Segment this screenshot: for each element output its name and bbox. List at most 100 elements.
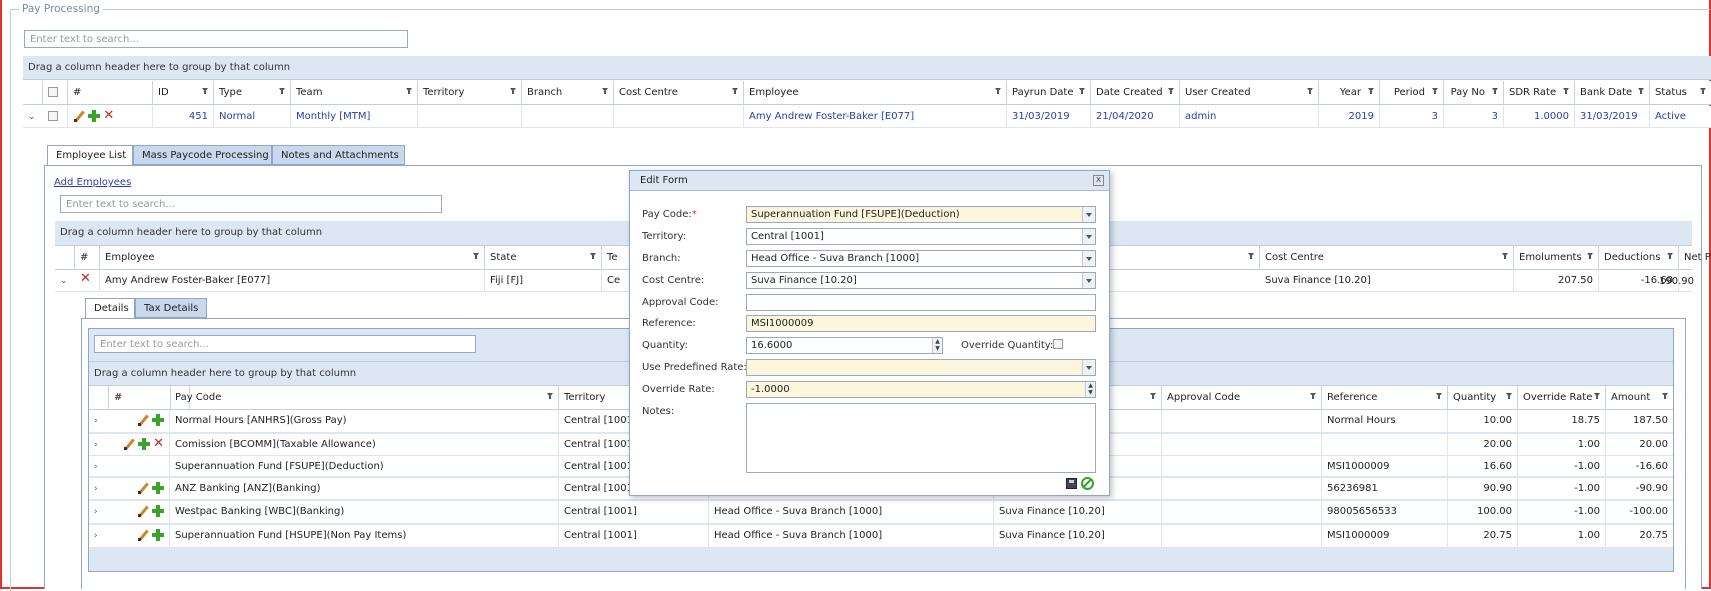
cost-centre-select[interactable]: Suva Finance [10.20] [746,272,1096,289]
expand-row[interactable]: › [89,525,109,548]
row-checkbox[interactable] [48,111,58,121]
header-date-created[interactable]: Date Created [1091,81,1180,105]
add-icon[interactable] [152,505,164,517]
chevron-right-icon[interactable]: › [94,507,98,517]
delete-icon[interactable]: ✕ [80,272,91,285]
header-pay-code[interactable]: Pay Code [170,386,559,410]
header-quantity[interactable]: Quantity [1448,386,1518,410]
add-icon[interactable] [137,438,150,450]
chevron-right-icon[interactable]: › [94,531,98,541]
filter-icon[interactable] [510,88,516,94]
chevron-down-icon[interactable]: ⌄ [60,276,68,286]
filter-icon[interactable] [1432,88,1438,94]
expand-row[interactable]: › [89,434,109,456]
filter-icon[interactable] [1667,253,1673,259]
header-select-all[interactable] [43,81,68,105]
checkbox-box[interactable] [1053,339,1063,349]
add-icon[interactable] [152,482,164,494]
filter-icon[interactable] [1436,393,1442,399]
header-id[interactable]: ID [153,81,214,105]
tab-tax-details[interactable]: Tax Details [135,298,207,318]
header-type[interactable]: Type [214,81,291,105]
delete-icon[interactable]: ✕ [103,109,114,122]
add-employees-link[interactable]: Add Employees [54,177,131,188]
edit-icon[interactable] [73,110,85,122]
header-bank-date[interactable]: Bank Date [1575,81,1650,105]
tab-employee-list[interactable]: Employee List [47,145,133,166]
use-predefined-rate-select[interactable] [746,359,1096,376]
filter-icon[interactable] [279,88,285,94]
header-employee[interactable]: Employee [744,81,1007,105]
header-branch[interactable] [1110,246,1260,270]
header-emoluments[interactable]: Emoluments [1514,246,1599,270]
header-branch[interactable]: Branch [522,81,614,105]
filter-icon[interactable] [1502,253,1508,259]
branch-select[interactable]: Head Office - Suva Branch [1000] [746,250,1096,267]
tab-notes-and-attachments[interactable]: Notes and Attachments [272,145,405,165]
filter-icon[interactable] [995,88,1001,94]
filter-icon[interactable] [1700,88,1706,94]
expand-row[interactable]: ⌄ [55,270,75,292]
filter-icon[interactable] [1638,88,1644,94]
detail-row[interactable]: › Westpac Banking [WBC](Banking) Central … [89,501,1673,524]
chevron-right-icon[interactable]: › [94,440,98,450]
filter-icon[interactable] [1079,88,1085,94]
filter-icon[interactable] [732,88,738,94]
chevron-down-icon[interactable]: ⌄ [28,112,36,122]
row-select[interactable] [43,106,68,128]
chevron-right-icon[interactable]: › [94,462,98,472]
header-deductions[interactable]: Deductions [1599,246,1679,270]
add-icon[interactable] [88,110,101,122]
header-territory[interactable]: Territory [418,81,522,105]
territory-select[interactable]: Central [1001] [746,228,1096,245]
tab-mass-paycode-processing[interactable]: Mass Paycode Processing [133,145,272,165]
select-all-checkbox[interactable] [48,87,58,97]
chevron-right-icon[interactable]: › [94,416,98,426]
expand-row[interactable]: › [89,501,109,524]
filter-icon[interactable] [1150,393,1156,399]
expand-row[interactable]: › [89,478,109,500]
delete-icon[interactable]: ✕ [153,437,164,450]
filter-icon[interactable] [1594,393,1600,399]
filter-icon[interactable] [1310,393,1316,399]
override-quantity-checkbox[interactable] [1053,339,1063,350]
filter-icon[interactable] [547,393,553,399]
tab-details[interactable]: Details [85,298,135,319]
header-employee[interactable]: Employee [100,246,485,270]
header-reference[interactable]: Reference [1322,386,1448,410]
employee-search-input[interactable]: Enter text to search... [60,195,442,213]
spinner-icon[interactable]: ▲ ▼ [1085,382,1095,397]
details-search-input[interactable]: Enter text to search... [94,335,476,353]
pay-code-select[interactable]: Superannuation Fund [FSUPE](Deduction) [746,206,1096,223]
chevron-down-icon[interactable] [1082,251,1095,266]
header-year[interactable]: Year [1319,81,1380,105]
override-rate-input[interactable]: -1.0000 ▲ ▼ [746,381,1096,398]
approval-code-input[interactable] [746,294,1096,311]
header-sdr-rate[interactable]: SDR Rate [1504,81,1575,105]
header-period[interactable]: Period [1380,81,1444,105]
filter-icon[interactable] [602,88,608,94]
chevron-down-icon[interactable] [1082,229,1095,244]
chevron-down-icon[interactable] [1082,273,1095,288]
header-user-created[interactable]: User Created [1180,81,1319,105]
filter-icon[interactable] [406,88,412,94]
header-payrun-date[interactable]: Payrun Date [1007,81,1091,105]
notes-textarea[interactable] [746,403,1096,473]
top-search-input[interactable]: Enter text to search... [24,30,408,48]
reference-input[interactable]: MSI1000009 [746,315,1096,332]
chevron-right-icon[interactable]: › [94,484,98,494]
filter-icon[interactable] [473,253,479,259]
chevron-down-icon[interactable] [1082,207,1095,222]
header-team[interactable]: Team [291,81,418,105]
header-state[interactable]: State [485,246,602,270]
header-status[interactable]: Status [1650,81,1711,105]
filter-icon[interactable] [1368,88,1374,94]
detail-row[interactable]: › Superannuation Fund [HSUPE](Non Pay It… [89,525,1673,548]
filter-icon[interactable] [1307,88,1313,94]
filter-icon[interactable] [1168,88,1174,94]
chevron-down-icon[interactable] [1082,360,1095,375]
cancel-icon[interactable] [1081,477,1094,490]
filter-icon[interactable] [1662,393,1668,399]
filter-icon[interactable] [1248,253,1254,259]
edit-icon[interactable] [137,414,149,426]
